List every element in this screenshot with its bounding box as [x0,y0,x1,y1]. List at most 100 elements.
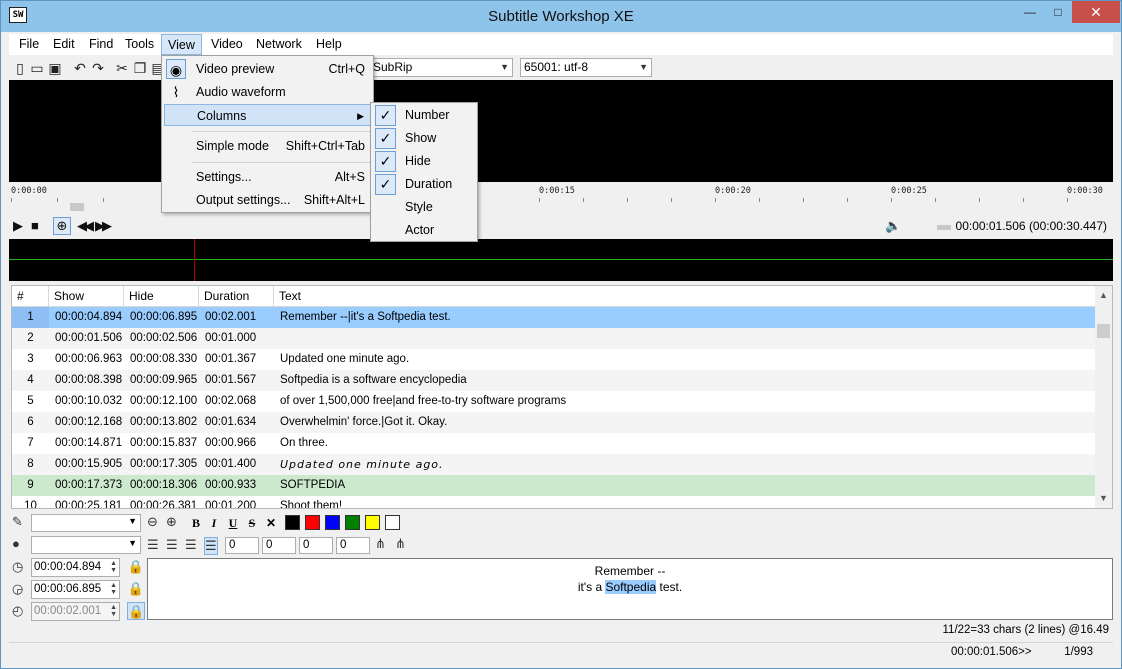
menu-file[interactable]: File [13,34,45,55]
align-right-icon[interactable]: ☰ [185,537,197,553]
menu-item-video-preview[interactable]: ◉ Video preview Ctrl+Q [164,58,371,80]
new-file-icon[interactable]: ▯ [11,59,29,77]
underline-icon[interactable]: U [226,516,240,530]
menu-network[interactable]: Network [250,34,308,55]
header-hide[interactable]: Hide [124,286,199,307]
margin-left-input[interactable]: 0 [225,537,259,554]
clear-format-icon[interactable]: ✕ [264,516,278,530]
table-row[interactable]: 7 00:00:14.871 00:00:15.837 00:00.966 On… [12,433,1095,454]
format-select[interactable]: SubRip ▼ [369,58,513,77]
style-select[interactable]: ▼ [31,514,141,532]
show-time-input[interactable]: 00:00:04.894 ▲ ▼ [31,558,120,577]
auto-scroll-icon[interactable]: ⊕ [53,217,71,235]
menu-edit[interactable]: Edit [47,34,81,55]
column-toggle-style[interactable]: Style [373,196,475,218]
play-icon[interactable]: ▶ [13,218,23,234]
strikethrough-icon[interactable]: S [245,516,259,530]
color-yellow-swatch[interactable] [365,515,380,530]
scroll-down-icon[interactable]: ▼ [1095,493,1112,503]
duration-input[interactable]: 00:00:02.001 ▲ ▼ [31,602,120,621]
menu-find[interactable]: Find [83,34,119,55]
header-duration[interactable]: Duration [199,286,274,307]
scroll-up-icon[interactable]: ▲ [1095,290,1112,300]
margin-right-input[interactable]: 0 [262,537,296,554]
column-toggle-show[interactable]: ✓ Show [373,127,475,149]
spinner-icon[interactable]: ▲ ▼ [110,604,117,618]
color-black-swatch[interactable] [285,515,300,530]
align-left-icon[interactable]: ☰ [147,537,159,553]
bold-icon[interactable]: B [189,516,203,530]
lock-icon[interactable]: 🔒 [127,602,145,620]
align-center-icon[interactable]: ☰ [166,537,178,553]
color-green-swatch[interactable] [345,515,360,530]
margin-vertical-input[interactable]: 0 [299,537,333,554]
redo-icon[interactable]: ↷ [89,59,107,77]
copy-icon[interactable]: ❐ [131,59,149,77]
table-row[interactable]: 2 00:00:01.506 00:00:02.506 00:01.000 [12,328,1095,349]
header-number[interactable]: # [12,286,49,307]
subtitle-grid[interactable]: # Show Hide Duration Text 1 00:00:04.894… [11,285,1113,509]
italic-icon[interactable]: I [207,516,221,530]
audio-waveform[interactable] [9,239,1113,281]
rewind-icon[interactable]: ◀◀ [77,218,94,234]
forward-icon[interactable]: ▶▶ [95,218,112,234]
menu-video[interactable]: Video [205,34,249,55]
column-toggle-hide[interactable]: ✓ Hide [373,150,475,172]
timeline-tick [935,198,936,202]
lock-icon[interactable]: 🔒 [127,558,145,576]
menu-view[interactable]: View [161,34,202,55]
spinner-icon[interactable]: ▲ ▼ [110,560,117,574]
header-show[interactable]: Show [49,286,124,307]
scrollbar-thumb[interactable] [1097,324,1110,338]
menu-item-settings[interactable]: Settings... Alt+S [164,166,371,188]
margin-extra-input[interactable]: 0 [336,537,370,554]
column-toggle-actor[interactable]: Actor [373,219,475,241]
title-bar[interactable]: SW Subtitle Workshop XE — □ ✕ [1,1,1121,32]
table-row[interactable]: 3 00:00:06.963 00:00:08.330 00:01.367 Up… [12,349,1095,370]
table-row[interactable]: 1 00:00:04.894 00:00:06.895 00:02.001 Re… [12,307,1095,328]
align-justify-icon[interactable]: ☰ [204,537,218,555]
spinner-icon[interactable]: ▲ ▼ [110,582,117,596]
maximize-button[interactable]: □ [1043,1,1073,23]
table-row[interactable]: 5 00:00:10.032 00:00:12.100 00:02.068 of… [12,391,1095,412]
merge-icon[interactable]: ⋔ [395,536,406,552]
table-row[interactable]: 9 00:00:17.373 00:00:18.306 00:00.933 SO… [12,475,1095,496]
table-row[interactable]: 8 00:00:15.905 00:00:17.305 00:01.400 Up… [12,454,1095,475]
actor-select[interactable]: ▼ [31,536,141,554]
hide-time-input[interactable]: 00:00:06.895 ▲ ▼ [31,580,120,599]
cell-hide: 00:00:13.802 [130,416,198,428]
color-blue-swatch[interactable] [325,515,340,530]
menu-item-simple-mode[interactable]: Simple mode Shift+Ctrl+Tab [164,135,371,157]
table-row[interactable]: 6 00:00:12.168 00:00:13.802 00:01.634 Ov… [12,412,1095,433]
color-white-swatch[interactable] [385,515,400,530]
column-toggle-duration[interactable]: ✓ Duration [373,173,475,195]
menu-help[interactable]: Help [310,34,348,55]
arrow-left-circle-icon[interactable]: ⊖ [147,514,158,530]
menu-item-columns[interactable]: Columns ▶ [164,104,371,126]
grid-scrollbar[interactable]: ▲ ▼ [1095,286,1112,508]
volume-slider[interactable] [937,225,951,230]
color-red-swatch[interactable] [305,515,320,530]
stop-icon[interactable]: ■ [31,218,39,234]
column-toggle-number[interactable]: ✓ Number [373,104,475,126]
undo-icon[interactable]: ↶ [71,59,89,77]
cut-icon[interactable]: ✂ [113,59,131,77]
table-row[interactable]: 10 00:00:25.181 00:00:26.381 00:01.200 S… [12,496,1095,508]
arrow-right-circle-icon[interactable]: ⊕ [166,514,177,530]
table-row[interactable]: 4 00:00:08.398 00:00:09.965 00:01.567 So… [12,370,1095,391]
header-text[interactable]: Text [274,286,1095,307]
minimize-button[interactable]: — [1015,1,1045,23]
menu-item-audio-waveform[interactable]: ⌇ Audio waveform [164,81,371,103]
volume-icon[interactable]: 🔈 [885,218,901,234]
split-icon[interactable]: ⋔ [375,536,386,552]
menu-tools[interactable]: Tools [119,34,160,55]
save-icon[interactable]: ▣ [46,59,64,77]
cell-text: Updated one minute ago. [280,458,444,471]
encoding-select[interactable]: 65001: utf-8 ▼ [520,58,652,77]
menu-item-output-settings[interactable]: Output settings... Shift+Alt+L [164,189,371,211]
subtitle-text-editor[interactable]: Remember -- it's a Softpedia test. [147,558,1113,620]
lock-icon[interactable]: 🔒 [127,580,145,598]
close-button[interactable]: ✕ [1072,1,1120,23]
open-folder-icon[interactable]: ▭ [28,59,46,77]
seek-handle[interactable] [70,203,84,211]
